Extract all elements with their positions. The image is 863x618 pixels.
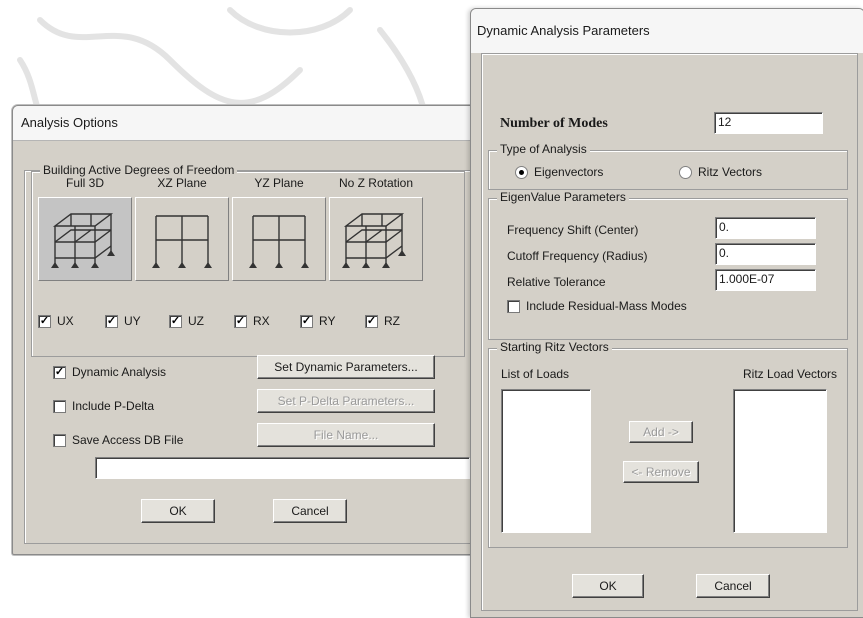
file-name-button[interactable]: File Name... [257,423,435,447]
set-dynamic-parameters-button[interactable]: Set Dynamic Parameters... [257,355,435,379]
frame-yz-plane-label: YZ Plane [254,176,304,190]
dof-ux-label: UX [57,314,74,328]
dynamic-analysis-label: Dynamic Analysis [72,365,167,379]
include-pdelta-checkbox[interactable] [53,399,66,413]
analysis-options-ok-button[interactable]: OK [141,499,215,523]
include-pdelta-label: Include P-Delta [72,399,155,413]
dof-ux-checkbox[interactable]: ✓ [38,314,51,328]
ritz-vectors-radio[interactable] [679,165,692,179]
dof-uz-label: UZ [188,314,204,328]
dof-uz[interactable]: ✓ UZ [169,314,204,328]
include-residual-mass-option[interactable]: Include Residual-Mass Modes [507,299,687,313]
dof-uz-checkbox[interactable]: ✓ [169,314,182,328]
frame-full-3d[interactable]: Full 3D [38,176,132,281]
dynamic-params-title: Dynamic Analysis Parameters [471,9,863,53]
analysis-options-title: Analysis Options [13,106,491,141]
frame-3d-icon [38,197,132,281]
remove-button[interactable]: <- Remove [623,461,699,483]
dof-ry-label: RY [319,314,336,328]
dof-ry[interactable]: ✓ RY [300,314,335,328]
dof-uy[interactable]: ✓ UY [105,314,141,328]
dof-rz-checkbox[interactable]: ✓ [365,314,378,328]
save-access-db-option[interactable]: Save Access DB File [53,433,183,447]
frame-yz-icon [232,197,326,281]
frame-xz-icon [135,197,229,281]
frame-noz-icon [329,197,423,281]
ritz-load-vectors-listbox[interactable] [733,389,827,533]
ritz-load-vectors-label: Ritz Load Vectors [743,367,838,381]
save-access-db-checkbox[interactable] [53,433,66,447]
include-residual-mass-checkbox[interactable] [507,299,520,313]
frame-full-3d-label: Full 3D [65,176,104,190]
save-access-db-label: Save Access DB File [72,433,184,447]
ritz-vectors-label: Ritz Vectors [698,165,763,179]
set-pdelta-parameters-button[interactable]: Set P-Delta Parameters... [257,389,435,413]
eigenvalue-parameters-label: EigenValue Parameters [497,190,629,204]
analysis-options-body: Building Active Degrees of Freedom Full … [24,163,486,544]
frame-yz-plane[interactable]: YZ Plane [232,176,326,281]
starting-ritz-vectors-label: Starting Ritz Vectors [497,340,612,354]
add-button[interactable]: Add -> [629,421,693,443]
dof-uy-label: UY [124,314,141,328]
frequency-shift-label: Frequency Shift (Center) [507,223,639,237]
frame-no-z-rotation-label: No Z Rotation [338,176,414,190]
dof-uy-checkbox[interactable]: ✓ [105,314,118,328]
dof-group: Building Active Degrees of Freedom Full … [31,163,465,357]
dof-group-label: Building Active Degrees of Freedom [40,163,238,177]
dynamic-params-cancel-button[interactable]: Cancel [696,574,770,598]
eigenvectors-label: Eigenvectors [534,165,604,179]
frame-no-z-rotation[interactable]: No Z Rotation [329,176,423,281]
cutoff-frequency-label: Cutoff Frequency (Radius) [507,249,648,263]
type-of-analysis-label: Type of Analysis [497,142,590,156]
analysis-options-dialog: Analysis Options Building Active Degrees… [12,105,492,555]
dynamic-analysis-parameters-dialog: Dynamic Analysis Parameters Number of Mo… [470,8,863,618]
dof-rz[interactable]: ✓ RZ [365,314,400,328]
dynamic-analysis-checkbox[interactable]: ✓ [53,365,66,379]
frame-xz-plane-label: XZ Plane [157,176,207,190]
dof-rx-checkbox[interactable]: ✓ [234,314,247,328]
list-of-loads-listbox[interactable] [501,389,591,533]
eigenvectors-option[interactable]: Eigenvectors [515,165,603,179]
dof-rz-label: RZ [384,314,400,328]
file-path-field[interactable] [95,457,470,479]
relative-tolerance-label: Relative Tolerance [507,275,606,289]
type-of-analysis-group: Type of Analysis Eigenvectors Ritz Vecto… [488,142,848,190]
include-residual-mass-label: Include Residual-Mass Modes [526,299,687,313]
list-of-loads-label: List of Loads [501,367,570,381]
dynamic-params-ok-button[interactable]: OK [572,574,644,598]
relative-tolerance-input[interactable]: 1.000E-07 [715,269,816,291]
dynamic-params-body: Number of Modes 12 Type of Analysis Eige… [481,53,858,611]
cutoff-frequency-input[interactable]: 0. [715,243,816,265]
eigenvalue-parameters-group: EigenValue Parameters Frequency Shift (C… [488,190,848,340]
dof-ux[interactable]: ✓ UX [38,314,74,328]
number-of-modes-label: Number of Modes [500,116,608,131]
dof-rx-label: RX [253,314,270,328]
include-pdelta-option[interactable]: Include P-Delta [53,399,154,413]
dof-rx[interactable]: ✓ RX [234,314,270,328]
analysis-options-cancel-button[interactable]: Cancel [273,499,347,523]
ritz-vectors-option[interactable]: Ritz Vectors [679,165,762,179]
dynamic-analysis-option[interactable]: ✓ Dynamic Analysis [53,365,166,379]
frame-xz-plane[interactable]: XZ Plane [135,176,229,281]
eigenvectors-radio[interactable] [515,165,528,179]
number-of-modes-input[interactable]: 12 [714,112,823,134]
frequency-shift-input[interactable]: 0. [715,217,816,239]
starting-ritz-vectors-group: Starting Ritz Vectors List of Loads Ritz… [488,340,848,548]
dof-ry-checkbox[interactable]: ✓ [300,314,313,328]
